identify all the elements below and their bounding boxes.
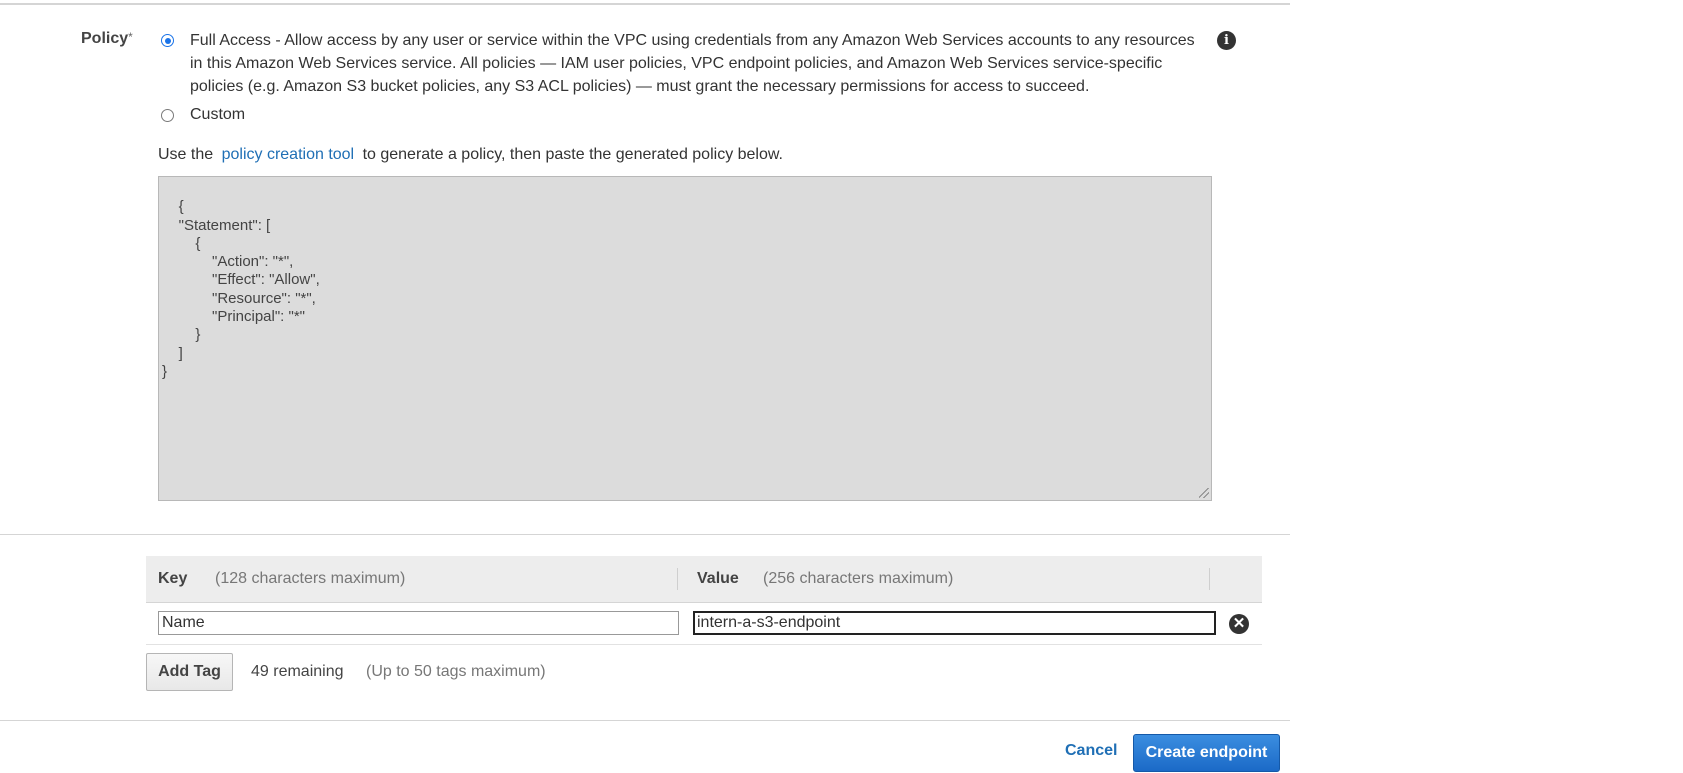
full-access-radio[interactable] [161, 34, 174, 47]
value-column-hint: (256 characters maximum) [763, 570, 954, 587]
policy-creation-tool-link[interactable]: policy creation tool [222, 146, 355, 163]
column-divider [1209, 568, 1210, 590]
policy-tool-hint: Use the policy creation tool to generate… [158, 146, 783, 163]
info-icon[interactable]: i [1217, 31, 1236, 50]
add-tag-button[interactable]: Add Tag [146, 653, 233, 691]
custom-radio[interactable] [161, 109, 174, 122]
tag-value-input[interactable] [693, 611, 1216, 635]
endpoint-policy-page: Policy* Full Access - Allow access by an… [0, 0, 1683, 773]
custom-label[interactable]: Custom [190, 106, 245, 124]
policy-label: Policy* [81, 30, 133, 47]
section-divider [0, 534, 1290, 535]
value-column-header: Value [697, 570, 739, 587]
cancel-button[interactable]: Cancel [1065, 742, 1117, 760]
remove-tag-icon[interactable]: ✕ [1229, 614, 1249, 634]
top-divider [0, 3, 1290, 5]
tags-remaining: 49 remaining [251, 663, 344, 680]
column-divider [677, 568, 678, 590]
policy-document-textarea[interactable]: { "Statement": [ { "Action": "*", "Effec… [158, 176, 1212, 501]
tags-max-hint: (Up to 50 tags maximum) [366, 663, 546, 680]
resize-handle[interactable] [1199, 488, 1209, 498]
key-column-header: Key [158, 570, 188, 587]
tag-key-input[interactable] [158, 611, 679, 635]
policy-document-text: { "Statement": [ { "Action": "*", "Effec… [162, 198, 320, 380]
key-column-hint: (128 characters maximum) [215, 570, 406, 587]
footer-divider [0, 720, 1290, 721]
full-access-label[interactable]: Full Access - Allow access by any user o… [190, 29, 1200, 98]
create-endpoint-button[interactable]: Create endpoint [1133, 734, 1280, 772]
